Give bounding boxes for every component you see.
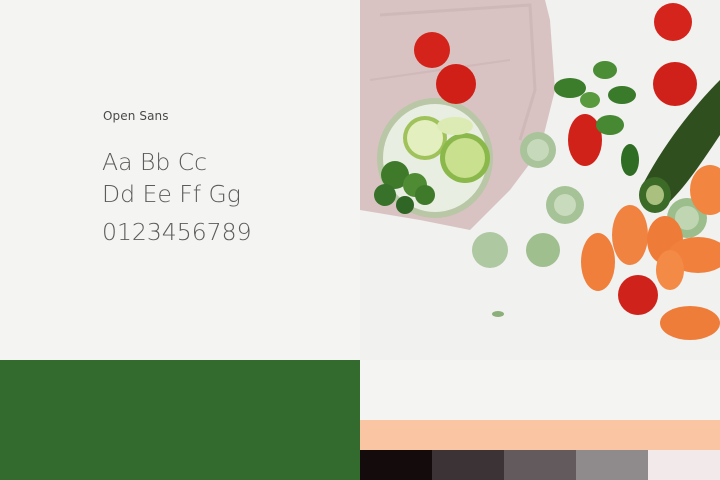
neutral-swatch-row [360, 450, 720, 480]
swatch-light [360, 360, 720, 420]
type-specimen: Aa Bb Cc Dd Ee Ff Gg 0123456789 [102, 146, 252, 248]
swatch-neutral-5 [648, 450, 720, 480]
swatch-neutral-2 [432, 450, 504, 480]
food-photo [360, 0, 720, 360]
typography-panel: Open Sans Aa Bb Cc Dd Ee Ff Gg 012345678… [0, 0, 360, 360]
swatch-neutral-4 [576, 450, 648, 480]
swatch-neutral-1 [360, 450, 432, 480]
specimen-line-1: Aa Bb Cc [102, 148, 208, 176]
swatch-neutral-3 [504, 450, 576, 480]
specimen-line-2: Dd Ee Ff Gg [102, 180, 241, 208]
swatch-primary-green [0, 360, 360, 480]
specimen-digits: 0123456789 [102, 218, 252, 246]
font-name-label: Open Sans [103, 109, 169, 123]
swatch-peach [360, 420, 720, 450]
